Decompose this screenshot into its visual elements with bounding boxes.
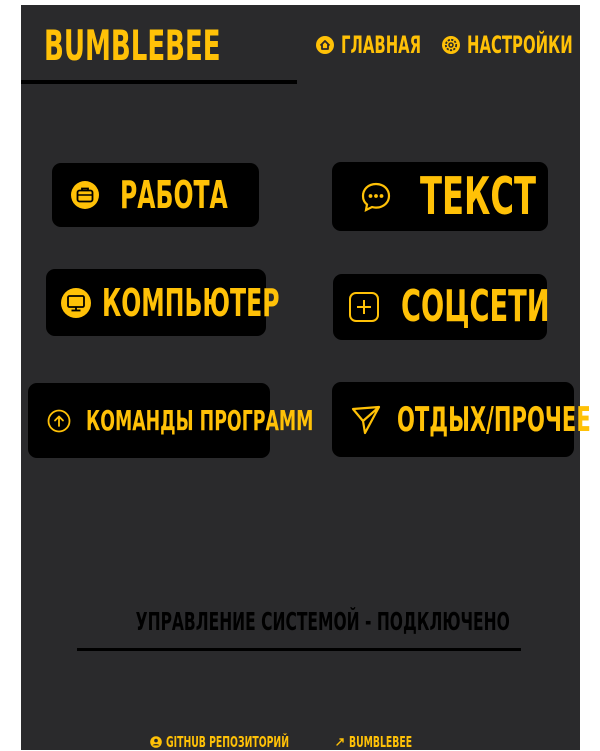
github-link[interactable]: GITHUB РЕПОЗИТОРИЙ bbox=[150, 733, 364, 751]
tile-social[interactable]: СОЦСЕТИ bbox=[333, 274, 550, 340]
tile-text-label: ТЕКСТ bbox=[420, 166, 537, 227]
tile-program-commands-label: КОМАНДЫ ПРОГРАММ bbox=[86, 403, 314, 437]
app-link[interactable]: BUMBLEBEE bbox=[335, 733, 451, 751]
footer: GITHUB РЕПОЗИТОРИЙ BUMBLEBEE bbox=[21, 733, 580, 751]
brand-title: BUMBLEBEE bbox=[44, 21, 221, 70]
tile-social-label: СОЦСЕТИ bbox=[401, 281, 550, 332]
tile-work[interactable]: РАБОТА bbox=[52, 163, 259, 227]
status-divider bbox=[77, 648, 521, 651]
link-icon bbox=[336, 738, 344, 746]
monitor-icon bbox=[61, 287, 91, 318]
tile-computer-label: КОМПЬЮТЕР bbox=[102, 280, 280, 325]
tile-program-commands[interactable]: КОМАНДЫ ПРОГРАММ bbox=[28, 383, 313, 458]
nav-settings-label: НАСТРОЙКИ bbox=[467, 31, 573, 59]
tile-text[interactable]: ТЕКСТ bbox=[332, 162, 548, 231]
briefcase-icon bbox=[71, 181, 99, 209]
app-label: BUMBLEBEE bbox=[348, 733, 412, 751]
nav-settings-link[interactable]: НАСТРОЙКИ bbox=[441, 31, 600, 59]
nav-home-label: ГЛАВНАЯ bbox=[341, 31, 422, 59]
send-icon bbox=[351, 405, 381, 434]
tile-leisure-other[interactable]: ОТДЫХ/ПРОЧЕЕ bbox=[332, 382, 591, 457]
user-circle-icon bbox=[150, 736, 163, 748]
arrow-up-circle-icon bbox=[47, 409, 71, 432]
home-icon bbox=[316, 36, 334, 54]
chat-bubble-icon bbox=[361, 182, 391, 212]
tile-work-label: РАБОТА bbox=[120, 173, 228, 217]
app-screen: BUMBLEBEE ГЛАВНАЯ НАСТРОЙКИ РАБОТА ТЕКСТ… bbox=[21, 5, 591, 751]
tile-leisure-other-label: ОТДЫХ/ПРОЧЕЕ bbox=[397, 399, 591, 440]
status-text: УПРАВЛЕНИЕ СИСТЕМОЙ - ПОДКЛЮЧЕНО bbox=[135, 607, 510, 636]
plus-square-icon bbox=[349, 292, 379, 322]
tile-computer[interactable]: КОМПЬЮТЕР bbox=[46, 269, 279, 336]
header-divider bbox=[21, 80, 297, 84]
system-status: УПРАВЛЕНИЕ СИСТЕМОЙ - ПОДКЛЮЧЕНО bbox=[21, 607, 580, 636]
github-label: GITHUB РЕПОЗИТОРИЙ bbox=[166, 733, 290, 751]
gear-icon bbox=[442, 36, 460, 54]
